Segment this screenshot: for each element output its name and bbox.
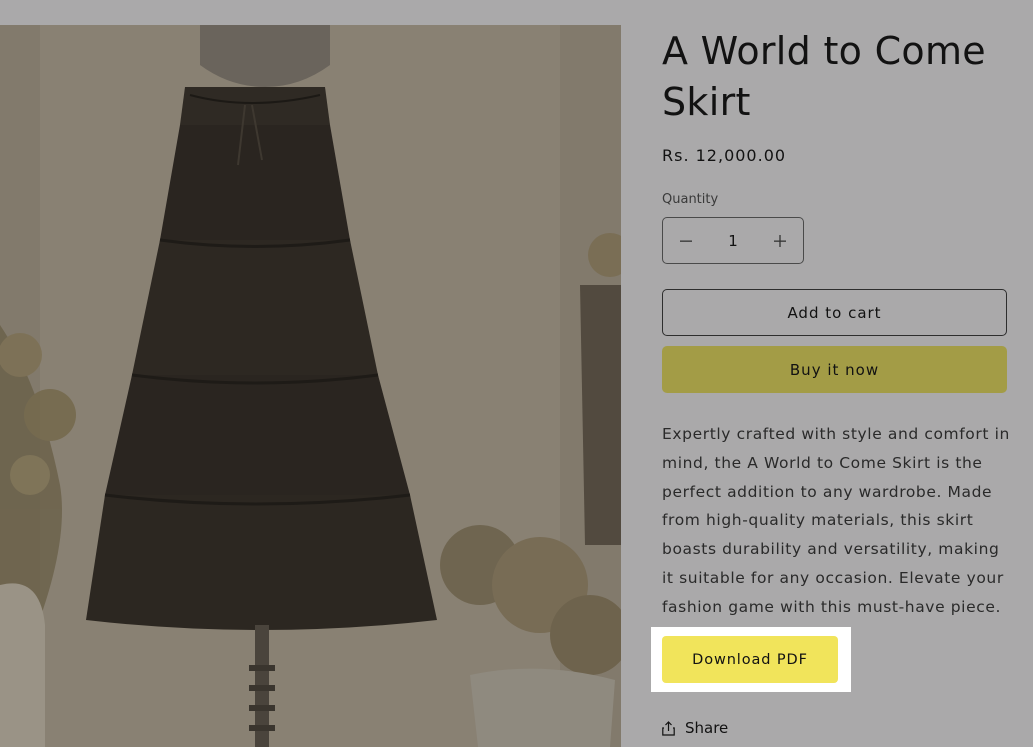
bucket-right — [470, 668, 615, 747]
share-button[interactable]: Share — [662, 719, 728, 737]
skirt-illustration — [0, 25, 621, 747]
product-description: Expertly crafted with style and comfort … — [662, 425, 1010, 616]
plus-icon — [774, 234, 786, 247]
quantity-decrease-button[interactable] — [663, 218, 709, 263]
download-pdf-button[interactable]: Download PDF — [662, 636, 838, 683]
add-to-cart-button[interactable]: Add to cart — [662, 289, 1007, 336]
quantity-label: Quantity — [662, 192, 719, 207]
quantity-increase-button[interactable] — [757, 218, 803, 263]
quantity-input[interactable] — [709, 219, 757, 262]
product-price: Rs. 12,000.00 — [662, 146, 787, 165]
share-icon — [662, 720, 675, 736]
buy-now-button[interactable]: Buy it now — [662, 346, 1007, 393]
minus-icon — [680, 240, 692, 242]
product-title: A World to Come Skirt — [662, 29, 986, 124]
share-label: Share — [685, 719, 729, 737]
vase-left — [0, 583, 45, 747]
product-image[interactable] — [0, 25, 621, 747]
quantity-stepper — [662, 217, 804, 264]
